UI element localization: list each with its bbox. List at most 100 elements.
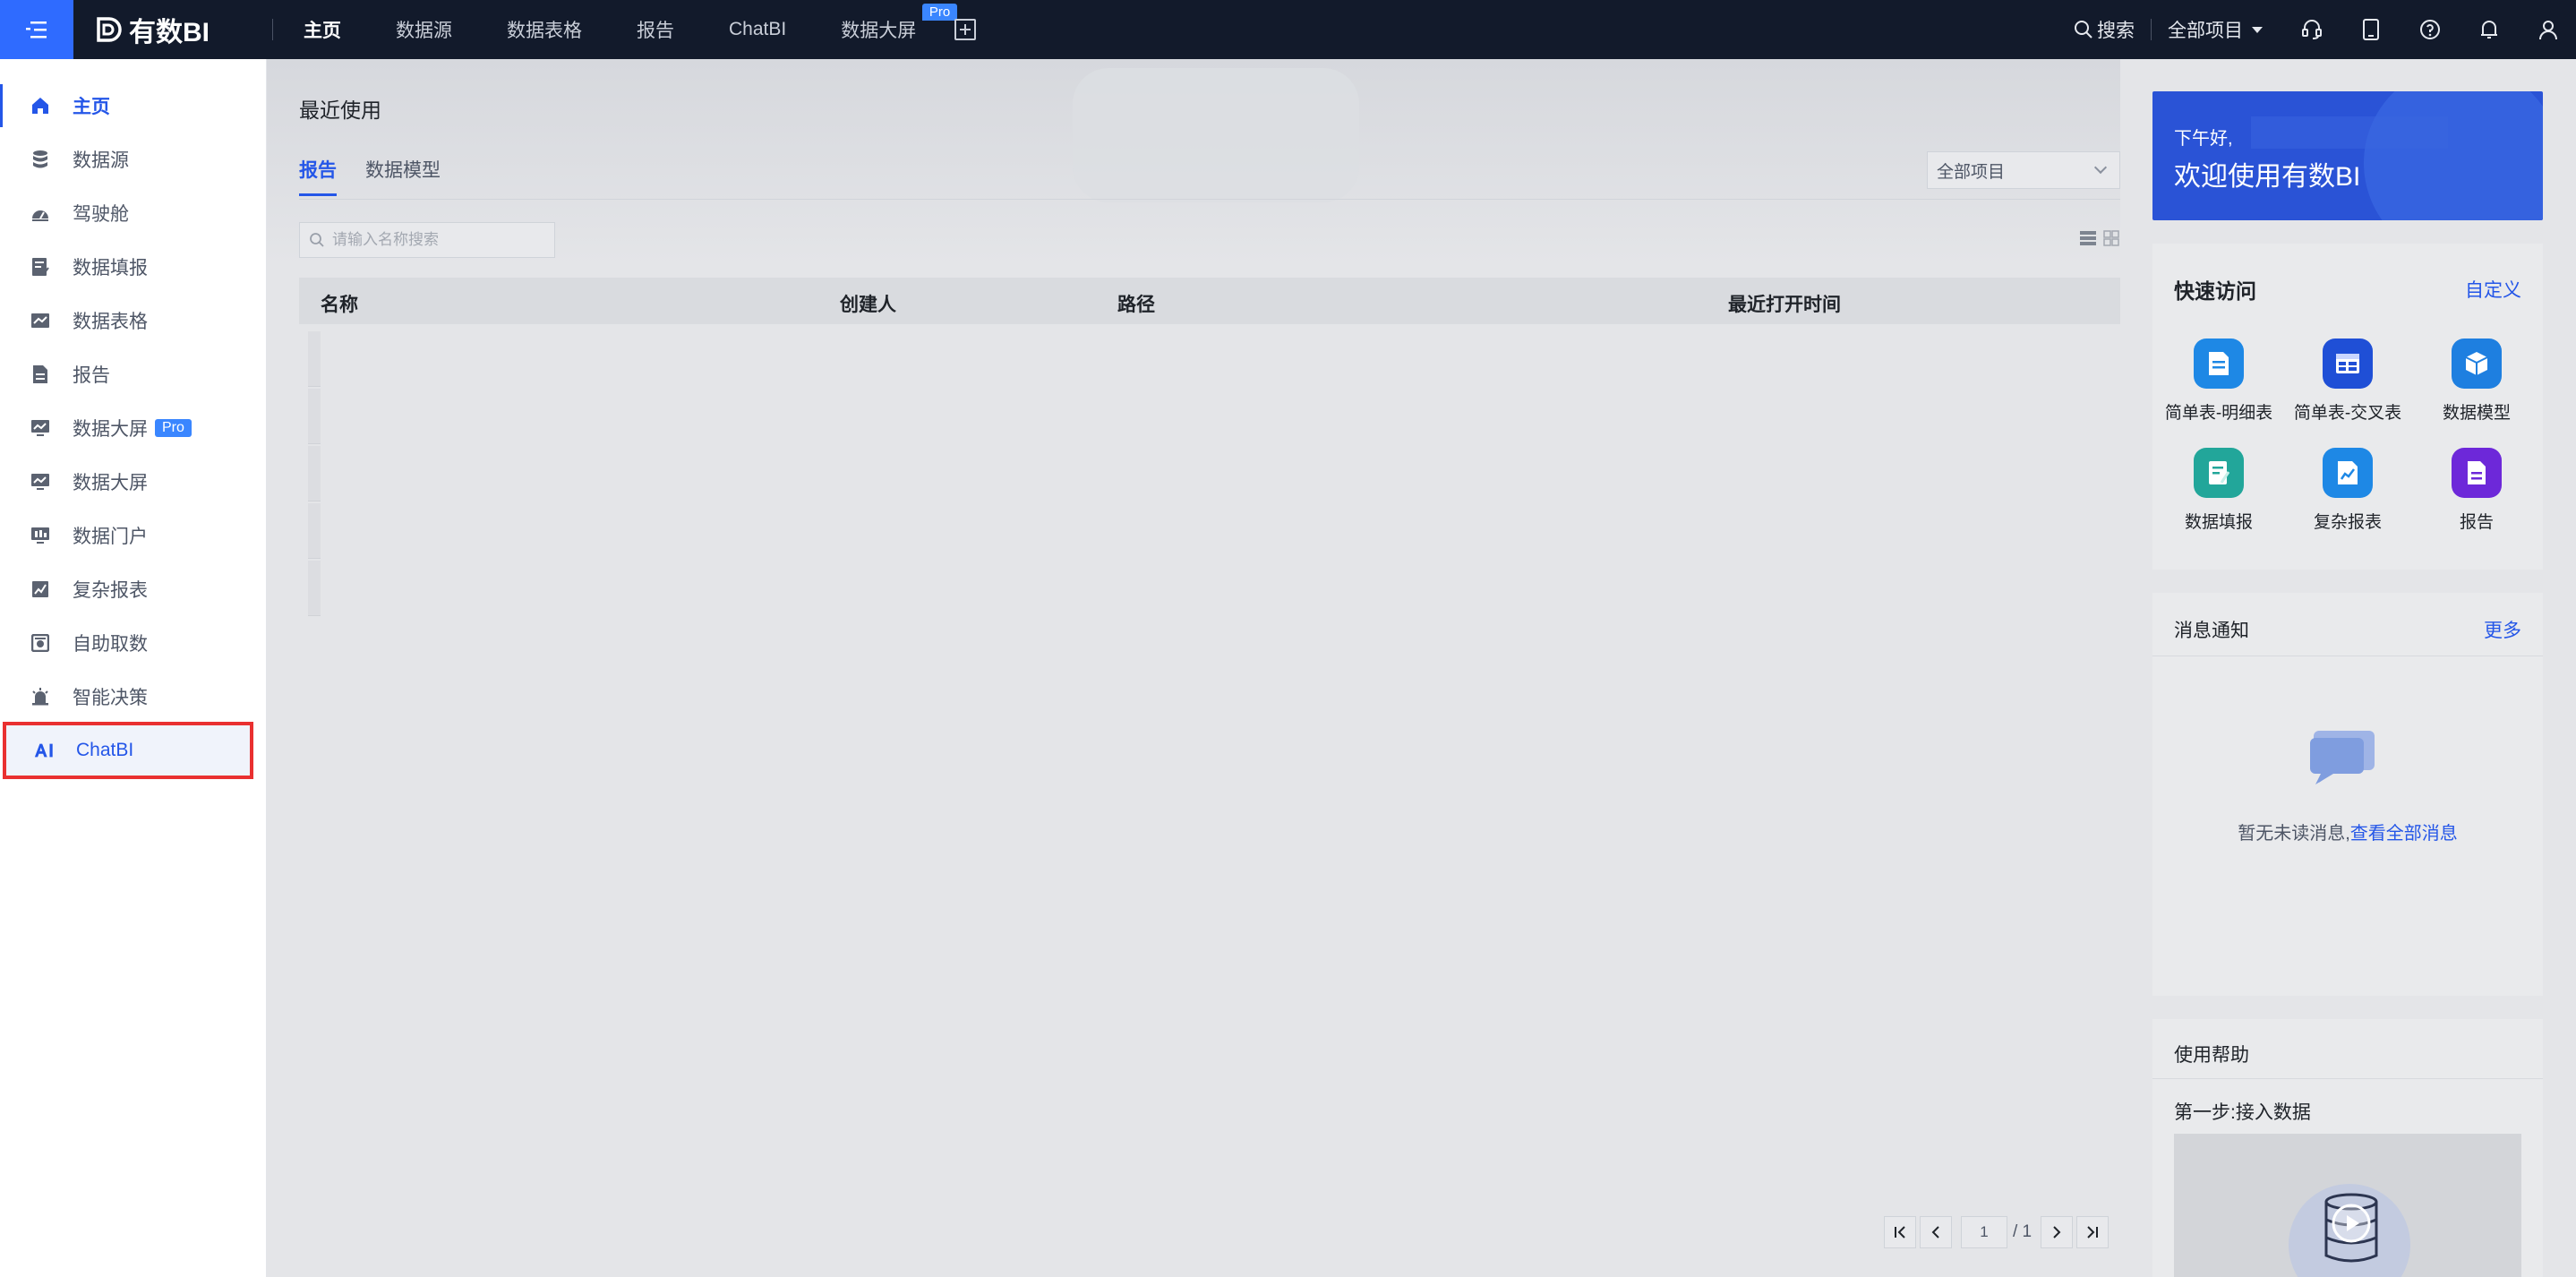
dashboard-icon (30, 202, 51, 224)
quick-access-data-entry[interactable]: 数据填报 (2161, 448, 2277, 533)
column-header-creator[interactable]: 创建人 (840, 290, 896, 317)
decision-icon (30, 686, 51, 707)
menu-icon (26, 21, 47, 39)
customer-service-icon[interactable] (2298, 16, 2325, 43)
complex-report-icon (2323, 448, 2373, 498)
table-icon (30, 310, 51, 331)
add-board-icon[interactable] (954, 19, 977, 40)
tablet-icon[interactable] (2358, 16, 2384, 43)
sidebar-item-label: 数据表格 (73, 312, 148, 332)
column-header-name[interactable]: 名称 (321, 290, 358, 317)
search-icon (310, 233, 324, 247)
sidebar-item-label: 自助取数 (73, 634, 148, 655)
global-search-button[interactable]: 搜索 (2074, 16, 2135, 43)
sidebar-item-bigscreen[interactable]: 数据大屏 (0, 455, 267, 509)
topnav-bigscreen[interactable]: 数据大屏 Pro (841, 4, 958, 43)
app-logo[interactable]: 有数BI (93, 10, 210, 49)
sidebar-item-label: 数据大屏 (73, 419, 148, 440)
quick-access-report[interactable]: 报告 (2418, 448, 2535, 533)
table-row-skeleton (308, 446, 321, 501)
next-page-button[interactable] (2041, 1216, 2074, 1248)
top-bar: 有数BI 主页 数据源 数据表格 报告 ChatBI 数据大屏 Pro 搜索 全… (0, 0, 2576, 59)
quick-access-cross-table[interactable]: 简单表-交叉表 (2289, 339, 2406, 424)
fetch-icon (30, 632, 51, 654)
prev-page-button[interactable] (1920, 1216, 1952, 1248)
sidebar-item-label: 主页 (73, 97, 110, 117)
logo-icon (97, 17, 122, 42)
project-filter-select[interactable]: 全部项目 (1927, 151, 2120, 189)
topnav-datatable[interactable]: 数据表格 (507, 16, 582, 43)
sidebar-item-self-service[interactable]: 自助取数 (0, 616, 267, 670)
cross-table-icon (2323, 339, 2373, 389)
name-search-input[interactable] (332, 231, 547, 249)
topnav-datasource[interactable]: 数据源 (396, 16, 452, 43)
column-header-last-opened[interactable]: 最近打开时间 (1728, 290, 1841, 317)
page-number-input[interactable] (1961, 1216, 2007, 1248)
notification-more-link[interactable]: 更多 (2484, 616, 2521, 643)
database-icon (30, 149, 51, 170)
tab-report[interactable]: 报告 (299, 156, 337, 196)
table-row-skeleton (308, 561, 321, 616)
table-row-skeleton (308, 503, 321, 559)
play-icon[interactable] (2330, 1202, 2373, 1245)
bell-icon[interactable] (2476, 16, 2503, 43)
menu-toggle-button[interactable] (0, 0, 73, 59)
grid-view-icon[interactable] (2102, 229, 2120, 247)
column-header-path[interactable]: 路径 (1117, 290, 1155, 317)
tab-data-model[interactable]: 数据模型 (365, 156, 441, 196)
sidebar-item-label: 报告 (73, 365, 110, 386)
quick-access-label: 复杂报表 (2313, 513, 2382, 532)
pagination: / 1 (1884, 1216, 2112, 1248)
welcome-banner: 下午好, 欢迎使用有数BI (2152, 91, 2543, 220)
sidebar-item-decision[interactable]: 智能决策 (0, 670, 267, 724)
sidebar-item-home[interactable]: 主页 (0, 79, 267, 133)
caret-down-icon (2252, 26, 2263, 33)
last-page-button[interactable] (2076, 1216, 2110, 1248)
page-total: / 1 (2013, 1222, 2033, 1241)
pro-badge: Pro (155, 419, 192, 437)
chevron-left-icon (1931, 1226, 1939, 1238)
sidebar-item-datatable[interactable]: 数据表格 (0, 294, 267, 347)
sidebar-item-report[interactable]: 报告 (0, 347, 267, 401)
quick-access-title: 快速访问 (2174, 279, 2256, 303)
report-icon (30, 364, 51, 385)
empty-message-icon (2308, 729, 2380, 791)
help-icon[interactable] (2417, 16, 2443, 43)
top-right-tools: 搜索 全部项目 (2074, 0, 2576, 59)
name-search-box (299, 222, 555, 258)
sidebar-item-data-entry[interactable]: 数据填报 (0, 240, 267, 294)
quick-access-complex-report[interactable]: 复杂报表 (2289, 448, 2406, 533)
sidebar-item-label: 驾驶舱 (73, 204, 129, 225)
first-page-button[interactable] (1884, 1216, 1916, 1248)
sidebar-item-chatbi[interactable]: ChatBI (3, 722, 253, 779)
top-right-divider (2151, 19, 2152, 40)
sidebar-item-label: ChatBI (76, 740, 134, 760)
project-filter-value: 全部项目 (1937, 162, 2006, 182)
background-logo-watermark (1073, 68, 1359, 202)
sidebar-item-cockpit[interactable]: 驾驶舱 (0, 186, 267, 240)
help-card: 使用帮助 第一步:接入数据 (2152, 1019, 2543, 1277)
quick-access-card: 快速访问 自定义 简单表-明细表 简单表-交叉表 数据模型 数据填报 复杂报表 … (2152, 244, 2543, 570)
help-video-thumbnail[interactable] (2174, 1134, 2521, 1277)
topnav-bigscreen-label: 数据大屏 (841, 21, 917, 41)
quick-access-label: 数据填报 (2184, 513, 2253, 532)
sidebar-item-label: 数据源 (73, 150, 129, 171)
quick-access-detail-table[interactable]: 简单表-明细表 (2161, 339, 2277, 424)
topnav-report[interactable]: 报告 (637, 16, 674, 43)
sidebar-item-bigscreen-pro[interactable]: 数据大屏 Pro (0, 401, 267, 455)
ai-icon (33, 740, 55, 761)
view-all-messages-link[interactable]: 查看全部消息 (2350, 824, 2458, 844)
customize-link[interactable]: 自定义 (2465, 276, 2521, 303)
topnav-home[interactable]: 主页 (304, 16, 341, 43)
user-icon[interactable] (2535, 16, 2562, 43)
sidebar-item-portal[interactable]: 数据门户 (0, 509, 267, 562)
topnav-chatbi[interactable]: ChatBI (729, 19, 786, 40)
list-view-icon[interactable] (2079, 229, 2097, 247)
sidebar-item-complex-report[interactable]: 复杂报表 (0, 562, 267, 616)
project-select[interactable]: 全部项目 (2168, 16, 2263, 43)
right-panel: 下午好, 欢迎使用有数BI 快速访问 自定义 简单表-明细表 简单表-交叉表 数… (2120, 59, 2576, 1277)
sidebar-item-datasource[interactable]: 数据源 (0, 133, 267, 186)
quick-access-data-model[interactable]: 数据模型 (2418, 339, 2535, 424)
notification-card: 消息通知 更多 暂无未读消息,查看全部消息 (2152, 593, 2543, 996)
form-icon (2194, 448, 2244, 498)
